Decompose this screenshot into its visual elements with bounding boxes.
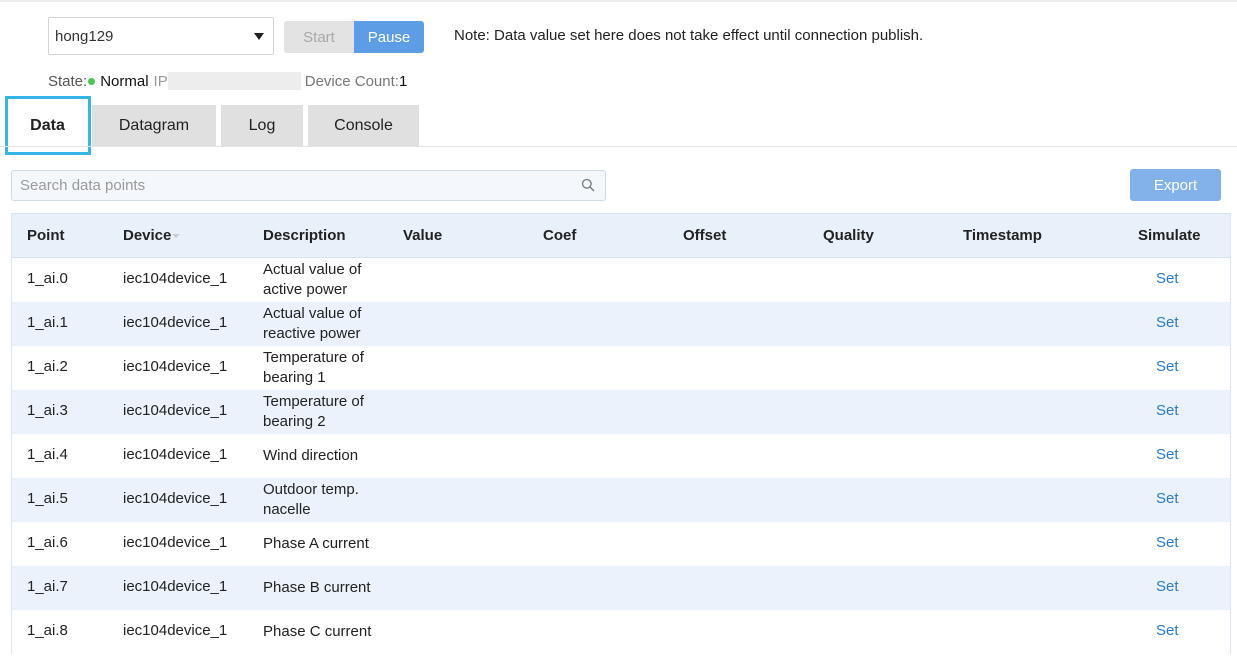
set-link[interactable]: Set [1156, 402, 1179, 419]
ip-value-redacted [167, 72, 301, 90]
sort-icon[interactable] [172, 234, 181, 239]
pause-button[interactable]: Pause [354, 21, 424, 53]
description-line-2: bearing 2 [263, 413, 326, 430]
tab-datagram[interactable]: Datagram [92, 105, 216, 147]
table-row[interactable]: 1_ai.2 iec104device_1 Temperature of bear… [12, 346, 1230, 390]
set-link[interactable]: Set [1156, 446, 1179, 463]
cell-device: iec104device_1 [123, 446, 228, 463]
set-link[interactable]: Set [1156, 314, 1179, 331]
state-label: State: [48, 72, 88, 90]
cell-point: 1_ai.1 [27, 314, 68, 331]
tab-log[interactable]: Log [221, 105, 303, 147]
cell-device: iec104device_1 [123, 578, 228, 595]
column-header-value[interactable]: Value [403, 227, 442, 244]
cell-description: Phase A current [263, 535, 369, 552]
state-value: Normal [100, 72, 149, 90]
cell-description: Temperature of bearing 2 [263, 392, 393, 432]
description-line-1: Outdoor temp. [263, 481, 359, 498]
tab-divider [0, 146, 1237, 147]
set-link[interactable]: Set [1156, 578, 1179, 595]
column-header-offset[interactable]: Offset [683, 227, 726, 244]
cell-point: 1_ai.3 [27, 402, 68, 419]
cell-device: iec104device_1 [123, 622, 228, 639]
table-row[interactable]: 1_ai.7 iec104device_1 Phase B current Se… [12, 566, 1230, 610]
connection-select-value: hong129 [55, 27, 114, 45]
cell-device: iec104device_1 [123, 402, 228, 419]
table-row[interactable]: 1_ai.4 iec104device_1 Wind direction Set [12, 434, 1230, 478]
state-indicator-icon [88, 77, 96, 85]
cell-description: Phase B current [263, 579, 371, 596]
tab-data[interactable]: Data [11, 105, 84, 147]
table-row[interactable]: 1_ai.6 iec104device_1 Phase A current Se… [12, 522, 1230, 566]
description-line-1: Temperature of [263, 393, 364, 410]
description-line-1: Temperature of [263, 349, 364, 366]
top-border [0, 0, 1237, 2]
cell-point: 1_ai.4 [27, 446, 68, 463]
description-line-2: bearing 1 [263, 369, 326, 386]
column-header-coef[interactable]: Coef [543, 227, 576, 244]
column-header-quality[interactable]: Quality [823, 227, 874, 244]
device-count-value: 1 [398, 72, 408, 90]
set-link[interactable]: Set [1156, 270, 1179, 287]
cell-point: 1_ai.5 [27, 490, 68, 507]
description-line-2: active power [263, 281, 348, 298]
export-button[interactable]: Export [1130, 169, 1221, 201]
column-header-device-label: Device [123, 227, 172, 244]
set-link[interactable]: Set [1156, 490, 1179, 507]
table-row[interactable]: 1_ai.5 iec104device_1 Outdoor temp. nacel… [12, 478, 1230, 522]
cell-device: iec104device_1 [123, 270, 228, 287]
column-header-device[interactable]: Device [123, 227, 181, 244]
cell-device: iec104device_1 [123, 490, 228, 507]
tab-console[interactable]: Console [308, 105, 419, 147]
set-link[interactable]: Set [1156, 622, 1179, 639]
cell-description: Actual value of active power [263, 260, 393, 300]
cell-device: iec104device_1 [123, 534, 228, 551]
table-row[interactable]: 1_ai.3 iec104device_1 Temperature of bear… [12, 390, 1230, 434]
cell-device: iec104device_1 [123, 358, 228, 375]
data-points-table: Point Device Description Value Coef Offs… [11, 213, 1231, 654]
connection-select[interactable]: hong129 [48, 17, 274, 55]
column-header-point[interactable]: Point [27, 227, 65, 244]
search-input[interactable]: Search data points [11, 170, 606, 201]
description-line-1: Actual value of [263, 261, 362, 278]
set-link[interactable]: Set [1156, 358, 1179, 375]
cell-description: Actual value of reactive power [263, 304, 393, 344]
table-header: Point Device Description Value Coef Offs… [12, 213, 1230, 258]
cell-description: Phase C current [263, 623, 372, 640]
cell-point: 1_ai.8 [27, 622, 68, 639]
table-row[interactable]: 1_ai.1 iec104device_1 Actual value of rea… [12, 302, 1230, 346]
cell-point: 1_ai.2 [27, 358, 68, 375]
status-bar: State: Normal IP Device Count: 1 [48, 71, 407, 91]
column-header-simulate[interactable]: Simulate [1138, 227, 1201, 244]
set-link[interactable]: Set [1156, 534, 1179, 551]
cell-point: 1_ai.6 [27, 534, 68, 551]
start-button[interactable]: Start [284, 21, 354, 53]
cell-point: 1_ai.0 [27, 270, 68, 287]
cell-point: 1_ai.7 [27, 578, 68, 595]
ip-label: IP [153, 72, 168, 90]
chevron-down-icon [254, 33, 264, 40]
description-line-2: reactive power [263, 325, 361, 342]
search-placeholder: Search data points [20, 177, 146, 194]
search-icon[interactable] [581, 178, 595, 192]
cell-device: iec104device_1 [123, 314, 228, 331]
publish-note: Note: Data value set here does not take … [454, 27, 924, 44]
description-line-1: Actual value of [263, 305, 362, 322]
table-row[interactable]: 1_ai.0 iec104device_1 Actual value of act… [12, 258, 1230, 302]
cell-description: Outdoor temp. nacelle [263, 480, 393, 520]
column-header-description[interactable]: Description [263, 227, 346, 244]
cell-description: Wind direction [263, 447, 359, 464]
column-header-timestamp[interactable]: Timestamp [963, 227, 1042, 244]
device-count-label: Device Count: [304, 72, 399, 90]
table-row[interactable]: 1_ai.8 iec104device_1 Phase C current Se… [12, 610, 1230, 654]
description-line-2: nacelle [263, 501, 311, 518]
cell-description: Temperature of bearing 1 [263, 348, 393, 388]
run-button-group: Start Pause [284, 21, 424, 53]
